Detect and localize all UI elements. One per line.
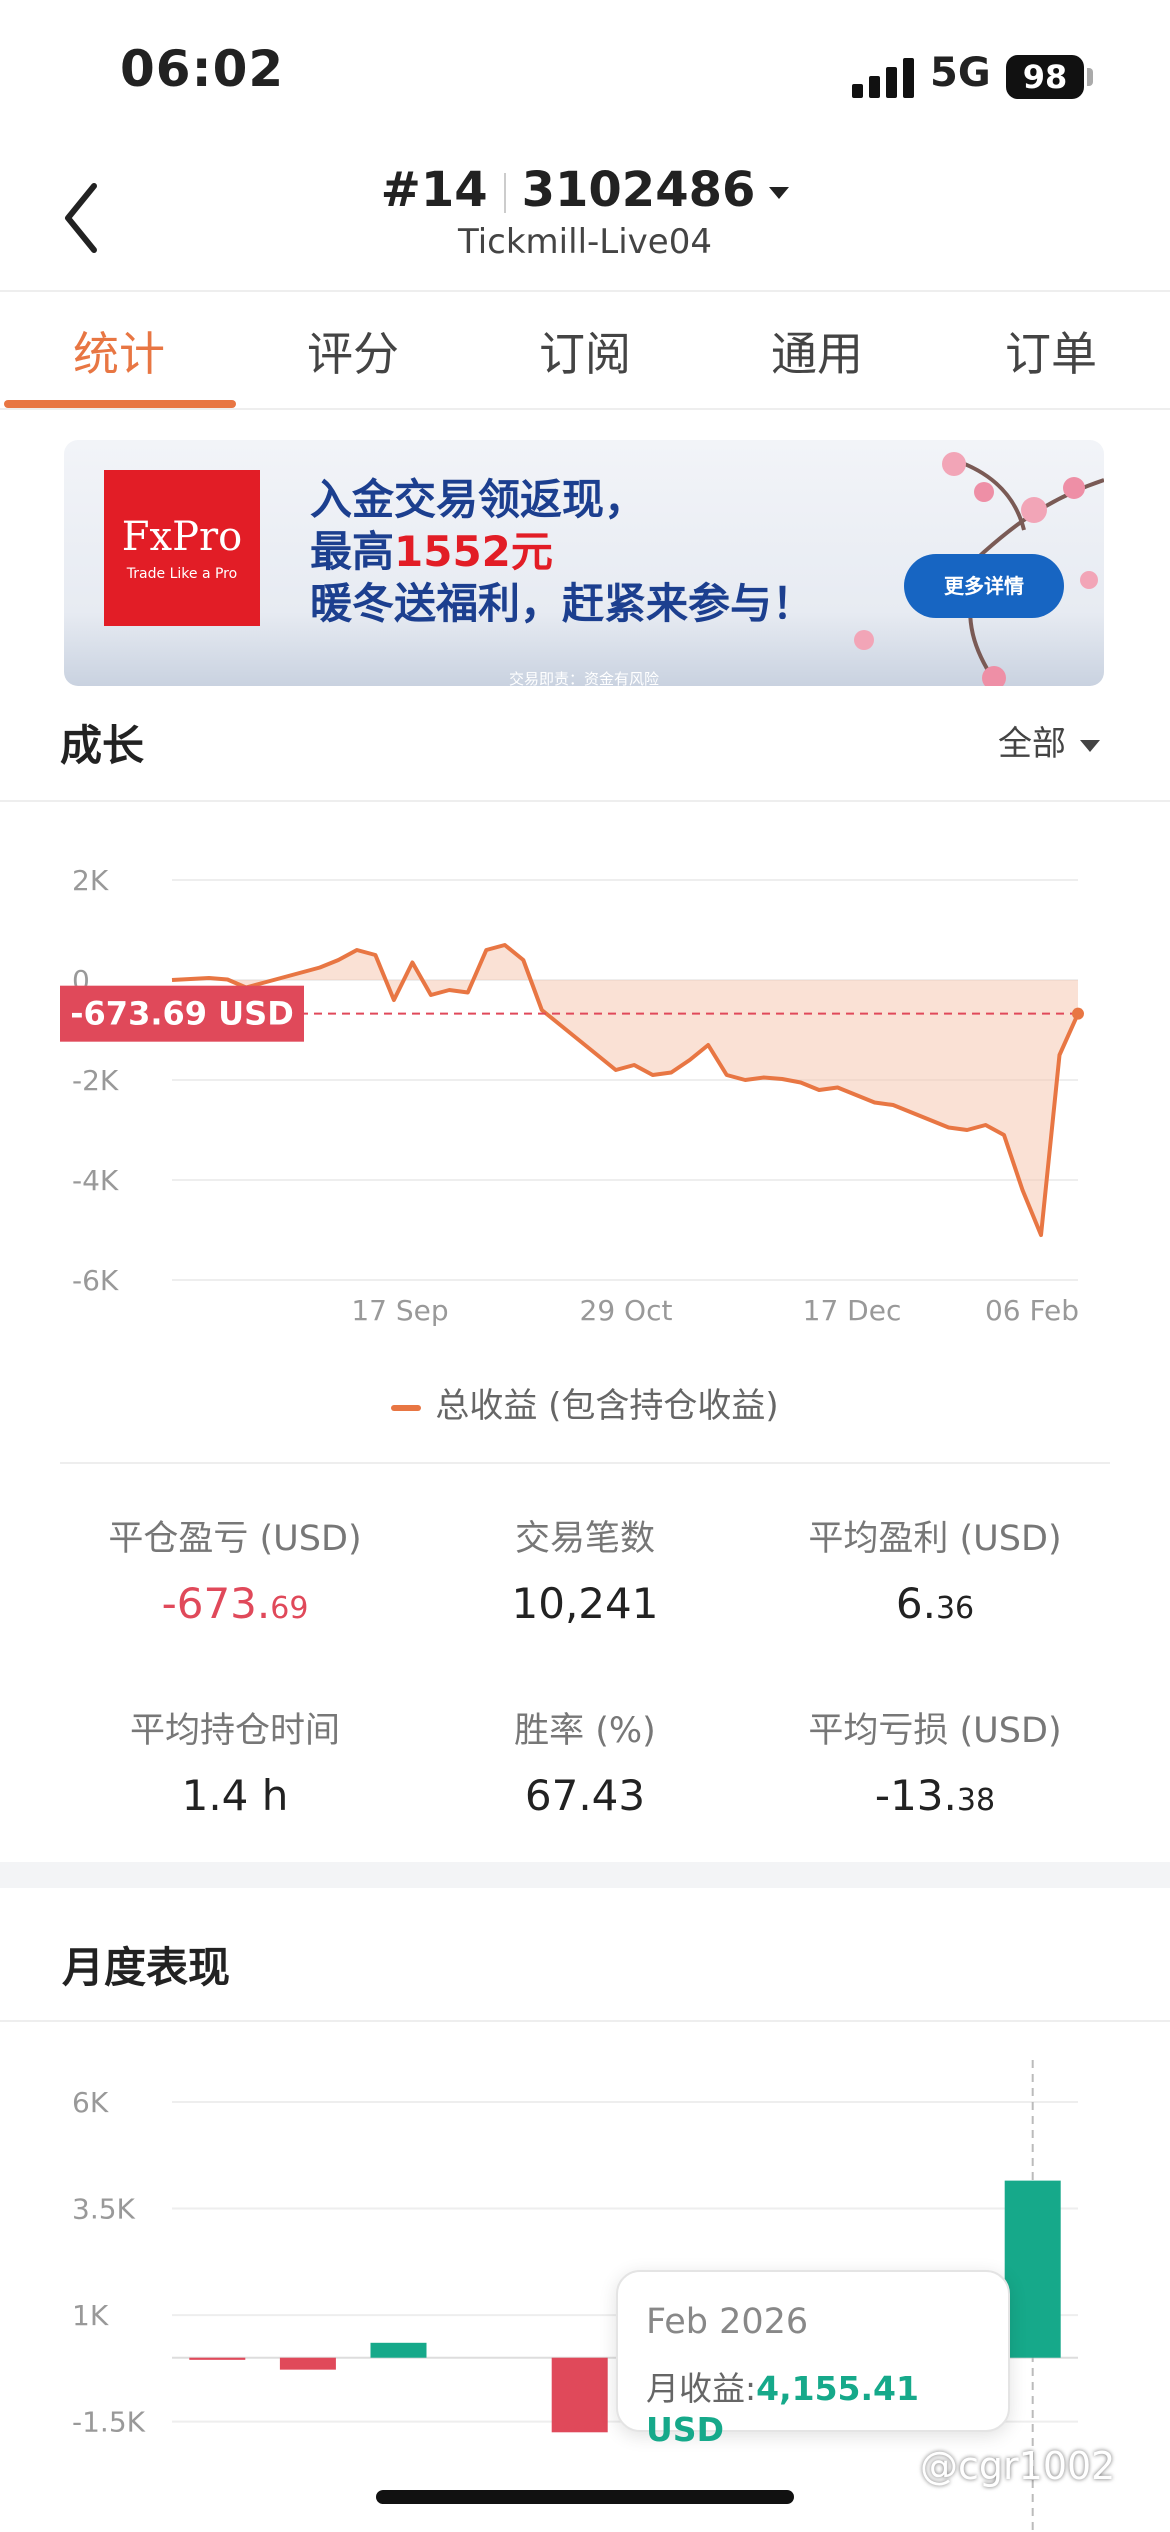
divider bbox=[60, 1462, 1110, 1464]
stat-label: 平均盈利 (USD) bbox=[808, 1519, 1062, 1559]
battery-icon: 98 bbox=[1006, 55, 1084, 99]
section-gap bbox=[0, 1862, 1170, 1888]
server-name: Tickmill-Live04 bbox=[458, 222, 712, 262]
stat-label: 平均持仓时间 bbox=[129, 1711, 340, 1751]
promo-banner[interactable]: FxPro Trade Like a Pro 入金交易领返现， 最高1552元 … bbox=[64, 440, 1104, 686]
home-indicator[interactable] bbox=[376, 2490, 794, 2504]
growth-title: 成长 bbox=[60, 721, 145, 770]
account-selector[interactable]: #14 3102486 bbox=[0, 162, 1170, 218]
caret-down-icon bbox=[769, 187, 790, 199]
banner-line-3: 暖冬送福利，赶紧来参与！ bbox=[310, 579, 815, 628]
y-tick-label: 1K bbox=[72, 2299, 109, 2332]
growth-chart[interactable]: 2K0-2K-4K-6K17 Sep 29 Oct 17 Dec 06 Feb-673… bbox=[0, 800, 1170, 1340]
stat-item: 平均盈利 (USD) 6.36 bbox=[760, 1510, 1110, 1628]
x-tick-label: 29 Oct bbox=[580, 1294, 673, 1327]
stat-item: 平均持仓时间 1.4 h bbox=[60, 1702, 410, 1820]
y-tick-label: -6K bbox=[72, 1264, 119, 1297]
bar bbox=[370, 2342, 427, 2358]
stat-value: -673.69 bbox=[161, 1579, 309, 1628]
stat-item: 平仓盈亏 (USD) -673.69 bbox=[60, 1510, 410, 1628]
y-tick-label: -2K bbox=[72, 1064, 119, 1097]
area-fill bbox=[172, 945, 1078, 1235]
divider bbox=[0, 290, 1170, 292]
stat-item: 交易笔数 10,241 bbox=[410, 1510, 760, 1628]
divider bbox=[0, 2020, 1170, 2022]
tab-stats[interactable]: 统计 bbox=[2, 318, 236, 384]
y-tick-label: -4K bbox=[72, 1164, 119, 1197]
growth-legend[interactable]: 总收益 (包含持仓收益) bbox=[0, 1378, 1170, 1427]
tab-rating[interactable]: 评分 bbox=[236, 318, 470, 384]
watermark: @cgr1002 bbox=[920, 2444, 1116, 2488]
caret-down-icon bbox=[1080, 739, 1100, 752]
signal-icon bbox=[852, 56, 914, 98]
tooltip-value: 月收益:4,155.41 USD bbox=[646, 2369, 919, 2449]
range-filter[interactable]: 全部 bbox=[998, 716, 1100, 765]
network-type: 5G bbox=[930, 50, 991, 96]
tab-orders[interactable]: 订单 bbox=[934, 318, 1168, 384]
legend-swatch bbox=[391, 1404, 422, 1411]
stat-value: 67.43 bbox=[524, 1771, 646, 1820]
battery-tip bbox=[1087, 68, 1093, 86]
stat-item: 胜率 (%) 67.43 bbox=[410, 1702, 760, 1820]
status-time: 06:02 bbox=[120, 40, 285, 98]
stat-value: 1.4 h bbox=[181, 1771, 289, 1820]
account-number: 3102486 bbox=[521, 162, 756, 218]
chart-tooltip: Feb 2026 月收益:4,155.41 USD bbox=[616, 2270, 1010, 2449]
fxpro-logo: FxPro Trade Like a Pro bbox=[104, 470, 260, 626]
current-point bbox=[1072, 1007, 1084, 1020]
bar bbox=[189, 2357, 246, 2360]
x-tick-label: 06 Feb bbox=[985, 1294, 1079, 1327]
y-tick-label: -1.5K bbox=[72, 2406, 146, 2439]
y-tick-label: 6K bbox=[72, 2086, 109, 2119]
bar bbox=[551, 2357, 608, 2433]
more-details-button[interactable]: 更多详情 bbox=[904, 554, 1064, 618]
stat-label: 胜率 (%) bbox=[514, 1711, 656, 1751]
y-tick-label: 2K bbox=[72, 864, 109, 897]
tab-subscribe[interactable]: 订阅 bbox=[468, 318, 702, 384]
divider bbox=[503, 173, 506, 213]
y-tick-label: 3.5K bbox=[72, 2193, 136, 2226]
stat-value: 10,241 bbox=[511, 1579, 659, 1628]
stat-value: -13.38 bbox=[874, 1771, 996, 1820]
x-tick-label: 17 Sep bbox=[351, 1294, 448, 1327]
stat-item: 平均亏损 (USD) -13.38 bbox=[760, 1702, 1110, 1820]
divider bbox=[0, 408, 1170, 410]
monthly-title: 月度表现 bbox=[62, 1943, 231, 1992]
tooltip-month: Feb 2026 bbox=[646, 2302, 809, 2342]
tab-general[interactable]: 通用 bbox=[700, 318, 934, 384]
x-tick-label: 17 Dec bbox=[803, 1294, 902, 1327]
stat-label: 平仓盈亏 (USD) bbox=[108, 1519, 362, 1559]
rank-label: #14 bbox=[380, 162, 488, 218]
stat-label: 平均亏损 (USD) bbox=[808, 1711, 1062, 1751]
tab-indicator bbox=[4, 400, 236, 408]
stat-label: 交易笔数 bbox=[514, 1519, 655, 1559]
bar bbox=[279, 2357, 336, 2370]
bar bbox=[1004, 2180, 1061, 2358]
stat-value: 6.36 bbox=[895, 1579, 975, 1628]
current-value-label: -673.69 USD bbox=[70, 995, 294, 1033]
risk-disclaimer: 交易即责：资金有风险 bbox=[508, 670, 659, 686]
